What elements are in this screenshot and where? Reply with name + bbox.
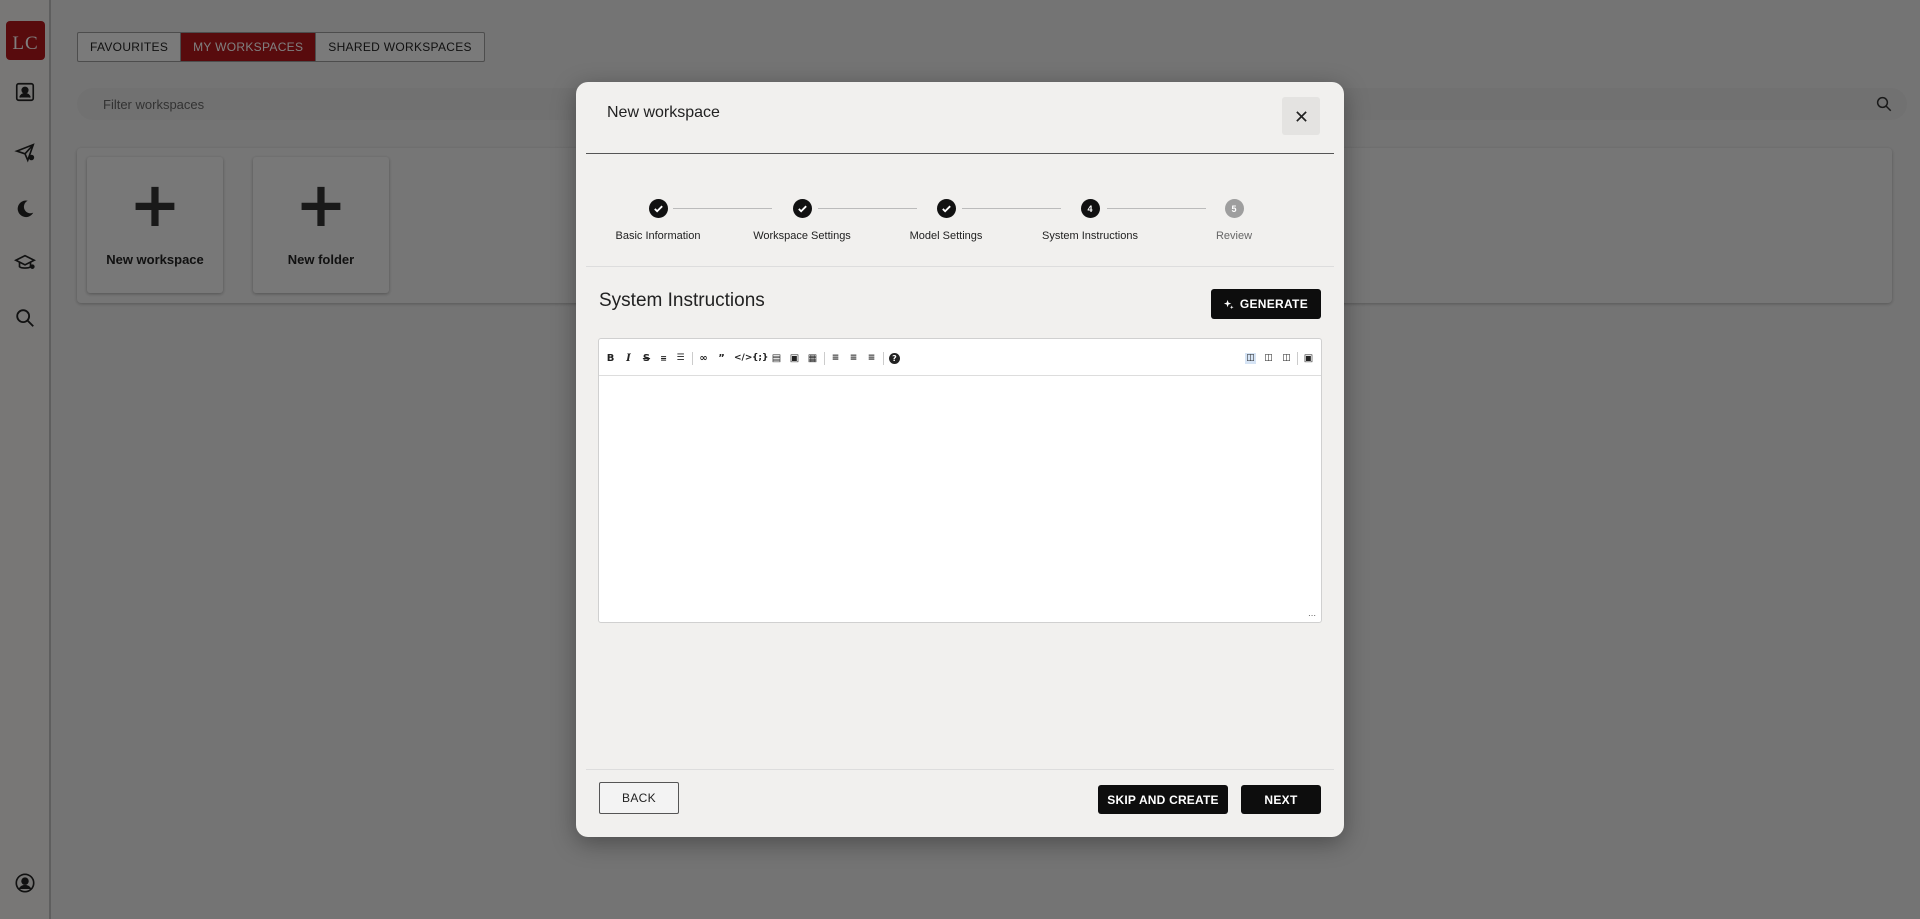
divider xyxy=(586,266,1334,267)
step-workspace-settings: Workspace Settings xyxy=(730,199,874,242)
back-button[interactable]: BACK xyxy=(599,782,679,814)
strikethrough-icon[interactable]: S xyxy=(641,353,652,364)
step-label: Model Settings xyxy=(909,230,983,242)
next-button[interactable]: NEXT xyxy=(1241,785,1321,814)
new-workspace-dialog: New workspace Basic Information Workspac… xyxy=(576,82,1344,837)
live-mode-icon[interactable]: ◫ xyxy=(1263,353,1274,364)
step-basic-information: Basic Information xyxy=(586,199,730,242)
preview-mode-icon[interactable]: ◫ xyxy=(1281,353,1292,364)
sparkle-icon xyxy=(1223,299,1234,309)
toolbar-divider xyxy=(824,352,825,365)
checked-list-icon[interactable]: ≡ xyxy=(866,353,877,364)
code-icon[interactable]: </> xyxy=(734,353,752,364)
step-system-instructions: 4 System Instructions xyxy=(1018,199,1162,242)
bold-icon[interactable]: B xyxy=(605,353,616,364)
skip-and-create-button[interactable]: SKIP AND CREATE xyxy=(1098,785,1228,814)
dialog-title: New workspace xyxy=(607,104,720,121)
step-number: 4 xyxy=(1080,199,1100,218)
close-icon xyxy=(1295,110,1307,122)
table-icon[interactable]: ▦ xyxy=(807,353,818,364)
editor-toolbar: B I S ≡ ☰ ∞ ” </> {;} ▤ ▣ ▦ ≡ ≡ ≡ ? ◫ ◫ … xyxy=(599,339,1321,376)
italic-icon[interactable]: I xyxy=(623,353,634,364)
ordered-list-icon[interactable]: ≡ xyxy=(848,353,859,364)
divider xyxy=(586,153,1334,154)
check-icon xyxy=(648,199,668,218)
code-block-icon[interactable]: {;} xyxy=(752,353,768,364)
divider xyxy=(586,769,1334,770)
resize-handle[interactable]: ⋯ xyxy=(1308,611,1316,620)
link-icon[interactable]: ∞ xyxy=(698,353,709,364)
title-icon[interactable]: ☰ xyxy=(675,353,686,364)
horizontal-rule-icon[interactable]: ≡ xyxy=(658,353,669,364)
close-button[interactable] xyxy=(1282,97,1320,135)
check-icon xyxy=(792,199,812,218)
section-title: System Instructions xyxy=(599,290,765,311)
fullscreen-icon[interactable]: ▣ xyxy=(1303,353,1314,364)
comment-icon[interactable]: ▤ xyxy=(771,353,782,364)
step-model-settings: Model Settings xyxy=(874,199,1018,242)
stepper: Basic Information Workspace Settings Mod… xyxy=(586,199,1334,249)
generate-button[interactable]: GENERATE xyxy=(1210,289,1321,319)
unordered-list-icon[interactable]: ≡ xyxy=(830,353,841,364)
image-icon[interactable]: ▣ xyxy=(789,353,800,364)
step-review: 5 Review xyxy=(1162,199,1306,242)
toolbar-divider xyxy=(692,352,693,365)
system-instructions-editor[interactable]: B I S ≡ ☰ ∞ ” </> {;} ▤ ▣ ▦ ≡ ≡ ≡ ? ◫ ◫ … xyxy=(598,338,1322,623)
toolbar-divider xyxy=(883,352,884,365)
step-label: Workspace Settings xyxy=(753,230,851,242)
editor-content[interactable] xyxy=(599,376,1321,622)
step-label: System Instructions xyxy=(1042,230,1138,242)
step-number: 5 xyxy=(1224,199,1244,218)
help-icon[interactable]: ? xyxy=(889,353,900,364)
check-icon xyxy=(936,199,956,218)
generate-label: GENERATE xyxy=(1239,297,1308,311)
step-label: Review xyxy=(1215,230,1253,242)
toolbar-divider xyxy=(1297,352,1298,365)
quote-icon[interactable]: ” xyxy=(716,353,727,364)
step-label: Basic Information xyxy=(615,230,701,242)
edit-mode-icon[interactable]: ◫ xyxy=(1245,353,1256,364)
